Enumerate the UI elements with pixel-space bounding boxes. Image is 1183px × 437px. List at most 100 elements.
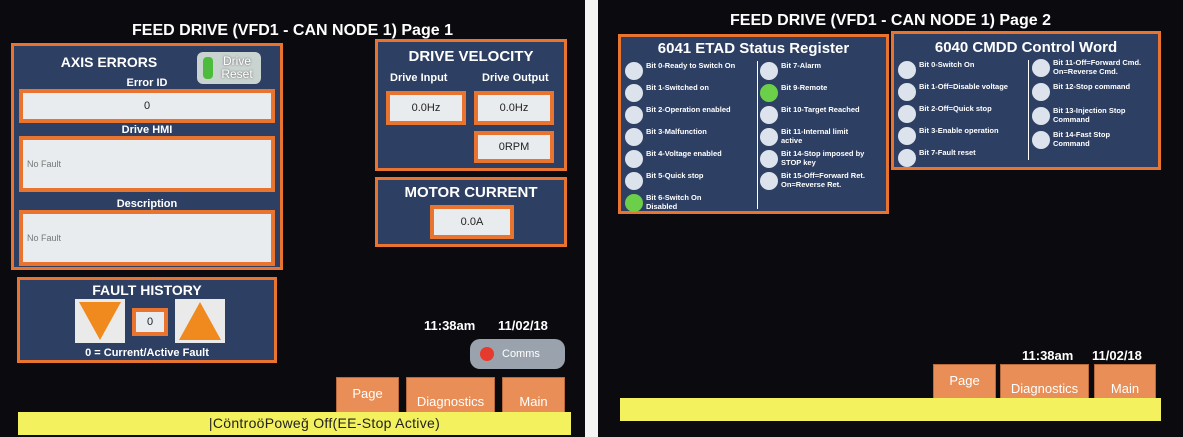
bit-label: Bit 1-Off=Disable voltage <box>919 82 1008 91</box>
bit-indicator-row: Bit 11-Internal limit active <box>760 127 848 147</box>
bit-indicator-row: Bit 4-Voltage enabled <box>625 149 722 169</box>
bit-label: Bit 5-Quick stop <box>646 171 704 180</box>
bit-label: Bit 3-Malfunction <box>646 127 707 136</box>
description-label: Description <box>116 198 178 210</box>
bit-label: Bit 14-Stop imposed by STOP key <box>781 149 865 167</box>
bit-label: Bit 3-Enable operation <box>919 126 999 135</box>
control-word-panel: 6040 CMDD Control Word Bit 0-Switch On Bi… <box>891 31 1161 170</box>
bit-indicator-row: Bit 0-Ready to Switch On <box>625 61 735 81</box>
indicator-lamp-icon <box>898 105 916 123</box>
main-button[interactable]: Main <box>502 377 565 413</box>
diagnostics-button[interactable]: Diagnostics <box>1000 364 1089 399</box>
page-title: FEED DRIVE (VFD1 - CAN NODE 1) Page 1 <box>132 22 453 39</box>
comms-status-icon <box>480 347 494 361</box>
bit-indicator-row: Bit 9-Remote <box>760 83 827 103</box>
page-1-button[interactable]: Page <box>933 364 996 399</box>
clock-date: 11/02/18 <box>498 318 548 333</box>
bit-indicator-row: Bit 0-Switch On <box>898 60 974 80</box>
bit-indicator-row: Bit 13-Injection Stop Command <box>1032 106 1126 126</box>
bit-indicator-row: Bit 15-Off=Forward Ret. On=Reverse Ret. <box>760 171 865 191</box>
bit-label: Bit 14-Fast Stop Command <box>1053 130 1111 148</box>
indicator-lamp-icon <box>760 62 778 80</box>
fault-history-title: FAULT HISTORY <box>92 282 202 298</box>
fault-history-note: 0 = Current/Active Fault <box>85 347 209 359</box>
indicator-lamp-icon <box>760 128 778 146</box>
bit-indicator-row: Bit 11-Off=Forward Cmd. On=Reverse Cmd. <box>1032 58 1141 78</box>
bit-label: Bit 13-Injection Stop Command <box>1053 106 1126 124</box>
bit-indicator-row: Bit 7-Fault reset <box>898 148 976 168</box>
page-2-button[interactable]: Page <box>336 377 399 413</box>
fault-history-panel: FAULT HISTORY 0 0 = Current/Active Fault <box>17 277 277 363</box>
indicator-lamp-icon <box>760 106 778 124</box>
indicator-lamp-icon <box>898 149 916 167</box>
bit-indicator-row: Bit 6-Switch On Disabled <box>625 193 701 213</box>
bit-indicator-row: Bit 7-Alarm <box>760 61 821 81</box>
bit-label: Bit 9-Remote <box>781 83 828 92</box>
diagnostics-button[interactable]: Diagnostics <box>406 377 495 413</box>
comms-label: Comms <box>502 348 540 360</box>
indicator-lamp-icon <box>625 84 643 102</box>
bit-indicator-row: Bit 14-Fast Stop Command <box>1032 130 1110 150</box>
column-divider <box>1028 60 1029 160</box>
axis-errors-title: AXIS ERRORS <box>60 54 158 70</box>
indicator-lamp-icon <box>760 150 778 168</box>
bit-label: Bit 2-Off=Quick stop <box>919 104 992 113</box>
bit-label: Bit 4-Voltage enabled <box>646 149 722 158</box>
indicator-lamp-icon <box>898 127 916 145</box>
bit-indicator-row: Bit 3-Malfunction <box>625 127 707 147</box>
indicator-lamp-icon <box>898 61 916 79</box>
indicator-lamp-icon <box>760 84 778 102</box>
drive-rpm-field: 0RPM <box>474 131 554 163</box>
bit-label: Bit 1-Switched on <box>646 83 709 92</box>
bit-label: Bit 11-Off=Forward Cmd. On=Reverse Cmd. <box>1053 58 1142 76</box>
bit-label: Bit 12-Stop command <box>1053 82 1131 91</box>
indicator-lamp-icon <box>625 172 643 190</box>
comms-button[interactable]: Comms <box>470 339 565 369</box>
clock-time: 11:38am <box>424 318 476 333</box>
bit-label: Bit 6-Switch On Disabled <box>646 193 702 211</box>
bit-indicator-row: Bit 2-Operation enabled <box>625 105 731 125</box>
bit-indicator-row: Bit 2-Off=Quick stop <box>898 104 992 124</box>
bit-label: Bit 15-Off=Forward Ret. On=Reverse Ret. <box>781 171 865 189</box>
motor-current-field: 0.0A <box>430 205 514 239</box>
drive-input-field: 0.0Hz <box>386 91 466 125</box>
control-word-title: 6040 CMDD Control Word <box>934 39 1118 56</box>
axis-errors-panel: AXIS ERRORS Drive Reset Error ID 0 Drive… <box>11 43 283 270</box>
status-led-icon <box>203 57 213 79</box>
bit-label: Bit 7-Alarm <box>781 61 822 70</box>
status-bar: |CöntroöPoweǧ Off(EE-Stop Active) <box>18 412 571 435</box>
bit-indicator-row: Bit 1-Switched on <box>625 83 709 103</box>
indicator-lamp-icon <box>625 194 643 212</box>
bit-label: Bit 10-Target Reached <box>781 105 860 114</box>
bit-label: Bit 7-Fault reset <box>919 148 976 157</box>
indicator-lamp-icon <box>625 62 643 80</box>
error-id-label: Error ID <box>126 77 168 89</box>
bit-label: Bit 0-Ready to Switch On <box>646 61 736 70</box>
hmi-screen-page-2: FEED DRIVE (VFD1 - CAN NODE 1) Page 2 60… <box>598 0 1183 437</box>
error-id-field: 0 <box>19 89 275 123</box>
page-title: FEED DRIVE (VFD1 - CAN NODE 1) Page 2 <box>730 12 1051 29</box>
bit-label: Bit 0-Switch On <box>919 60 975 69</box>
indicator-lamp-icon <box>625 128 643 146</box>
indicator-lamp-icon <box>625 150 643 168</box>
fault-history-next-button[interactable] <box>175 299 225 343</box>
indicator-lamp-icon <box>625 106 643 124</box>
drive-output-label: Drive Output <box>482 72 549 84</box>
main-button[interactable]: Main <box>1094 364 1156 399</box>
column-divider <box>757 61 758 209</box>
indicator-lamp-icon <box>760 172 778 190</box>
bit-indicator-row: Bit 14-Stop imposed by STOP key <box>760 149 864 169</box>
indicator-lamp-icon <box>1032 131 1050 149</box>
fault-history-index-field: 0 <box>132 308 168 336</box>
status-register-title: 6041 ETAD Status Register <box>657 40 850 57</box>
bit-indicator-row: Bit 12-Stop command <box>1032 82 1130 102</box>
bit-indicator-row: Bit 3-Enable operation <box>898 126 999 146</box>
description-field: No Fault <box>19 210 275 266</box>
clock-time: 11:38am <box>1022 348 1074 363</box>
drive-hmi-label: Drive HMI <box>121 124 173 136</box>
fault-history-prev-button[interactable] <box>75 299 125 343</box>
status-text: |CöntroöPoweǧ Off(EE-Stop Active) <box>208 415 441 431</box>
drive-output-field: 0.0Hz <box>474 91 554 125</box>
motor-current-title: MOTOR CURRENT <box>404 184 538 201</box>
triangle-down-icon <box>79 302 121 340</box>
